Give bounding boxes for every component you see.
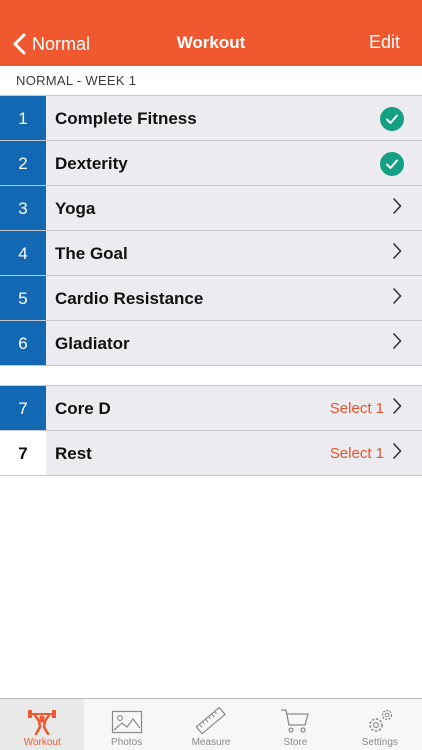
workout-name: Rest xyxy=(55,443,92,463)
page-title: Workout xyxy=(176,33,246,52)
tab-photos[interactable]: Photos xyxy=(84,699,168,750)
tab-label: Measure xyxy=(191,737,231,748)
tab-bar: Workout Photos Measure Store Settings xyxy=(0,698,422,750)
workout-row-1[interactable]: 1 Complete Fitness xyxy=(0,96,422,141)
chevron-right-icon xyxy=(392,398,402,419)
workout-name: Complete Fitness xyxy=(55,108,197,128)
tab-label: Store xyxy=(283,737,308,748)
day-number: 4 xyxy=(0,231,46,276)
weightlifter-icon xyxy=(27,707,57,737)
day-number: 7 xyxy=(0,386,46,431)
ruler-icon xyxy=(195,707,227,737)
chevron-right-icon xyxy=(392,198,402,219)
workout-name: Gladiator xyxy=(55,333,130,353)
photo-icon xyxy=(111,709,143,737)
choice-row-core-d[interactable]: 7 Core D Select 1 xyxy=(0,386,422,431)
edit-button[interactable]: Edit xyxy=(369,32,400,53)
gears-icon xyxy=(364,707,396,737)
day-number: 2 xyxy=(0,141,46,186)
day-number: 6 xyxy=(0,321,46,366)
workout-name: Yoga xyxy=(55,198,96,218)
completed-check-icon xyxy=(380,106,404,131)
day-number: 7 xyxy=(0,431,46,476)
select-label: Select 1 xyxy=(329,445,384,462)
tab-workout[interactable]: Workout xyxy=(0,699,85,750)
cart-icon xyxy=(279,707,311,737)
chevron-right-icon xyxy=(392,288,402,309)
section-header: NORMAL - WEEK 1 xyxy=(0,66,422,96)
tab-measure[interactable]: Measure xyxy=(169,699,253,750)
choice-row-rest[interactable]: 7 Rest Select 1 xyxy=(0,431,422,476)
day-number: 1 xyxy=(0,96,46,141)
choice-list: 7 Core D Select 1 7 Rest Select 1 xyxy=(0,385,422,476)
workout-name: Core D xyxy=(55,398,111,418)
workout-name: The Goal xyxy=(55,243,128,263)
day-number: 3 xyxy=(0,186,46,231)
chevron-right-icon xyxy=(392,243,402,264)
workout-row-3[interactable]: 3 Yoga xyxy=(0,186,422,231)
workout-row-4[interactable]: 4 The Goal xyxy=(0,231,422,276)
completed-check-icon xyxy=(380,151,404,176)
workout-row-2[interactable]: 2 Dexterity xyxy=(0,141,422,186)
tab-label: Photos xyxy=(111,737,143,748)
tab-label: Workout xyxy=(23,737,61,748)
tab-label: Settings xyxy=(361,737,398,748)
tab-settings[interactable]: Settings xyxy=(338,699,422,750)
workout-row-6[interactable]: 6 Gladiator xyxy=(0,321,422,366)
workout-list: 1 Complete Fitness 2 Dexterity 3 Yoga 4 … xyxy=(0,96,422,366)
select-label: Select 1 xyxy=(329,400,384,417)
tab-store[interactable]: Store xyxy=(253,699,337,750)
chevron-right-icon xyxy=(392,443,402,464)
nav-bar: Normal Workout Edit xyxy=(0,0,422,66)
chevron-right-icon xyxy=(392,333,402,354)
workout-name: Dexterity xyxy=(55,153,128,173)
workout-name: Cardio Resistance xyxy=(55,288,204,308)
workout-row-5[interactable]: 5 Cardio Resistance xyxy=(0,276,422,321)
day-number: 5 xyxy=(0,276,46,321)
